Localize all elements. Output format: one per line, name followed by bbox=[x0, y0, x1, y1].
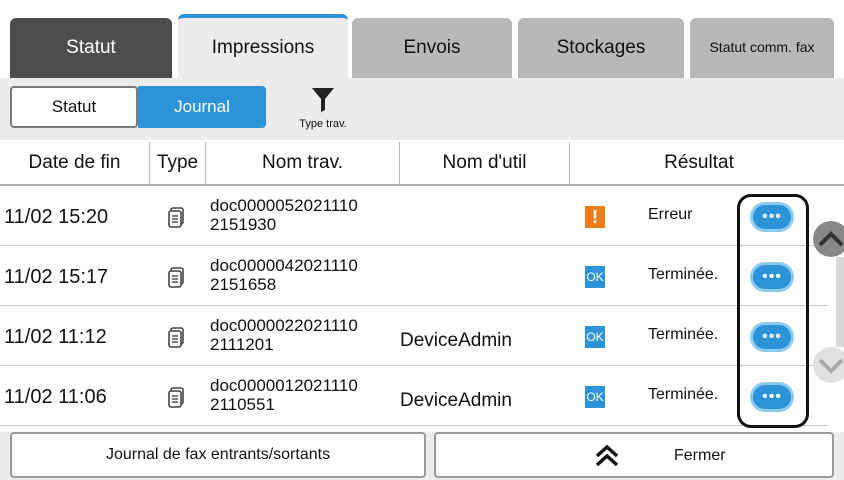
header-date[interactable]: Date de fin bbox=[0, 142, 150, 184]
job-name-line1: doc0000052021110 bbox=[210, 196, 358, 215]
close-button[interactable]: Fermer bbox=[434, 432, 834, 478]
header-result[interactable]: Résultat bbox=[570, 142, 828, 184]
job-name-line1: doc0000042021110 bbox=[210, 256, 358, 275]
row-job-name: doc0000012021110 2110551 bbox=[210, 376, 358, 414]
fax-log-button[interactable]: Journal de fax entrants/sortants bbox=[10, 432, 426, 478]
row-result: Terminée. bbox=[648, 266, 719, 283]
error-icon: ! bbox=[585, 206, 605, 228]
double-chevron-up-icon bbox=[595, 444, 619, 467]
details-buttons-highlight bbox=[737, 194, 809, 428]
table-row[interactable]: 11/02 11:06 doc0000012021110 2110551 Dev… bbox=[0, 368, 828, 426]
row-result: Terminée. bbox=[648, 386, 719, 403]
job-name-line2: 2111201 bbox=[210, 335, 274, 354]
job-log-table: 11/02 15:20 doc0000052021110 2151930 ! E… bbox=[0, 188, 828, 428]
statut-button[interactable]: Statut bbox=[10, 86, 138, 128]
job-type-filter-button[interactable]: Type trav. bbox=[286, 84, 360, 134]
row-result: Terminée. bbox=[648, 326, 719, 343]
document-icon bbox=[168, 327, 184, 348]
row-date: 11/02 15:20 bbox=[4, 205, 109, 228]
document-icon bbox=[168, 207, 184, 228]
row-job-name: doc0000022021110 2111201 bbox=[210, 316, 358, 354]
chevron-down-icon bbox=[818, 358, 844, 374]
row-date: 11/02 11:12 bbox=[4, 325, 107, 348]
header-user-name[interactable]: Nom d'util bbox=[400, 142, 570, 184]
row-date: 11/02 15:17 bbox=[4, 265, 109, 288]
document-icon bbox=[168, 387, 184, 408]
table-row[interactable]: 11/02 15:17 doc0000042021110 2151658 OK … bbox=[0, 248, 828, 306]
scroll-down-button[interactable] bbox=[813, 347, 844, 383]
document-icon bbox=[168, 267, 184, 288]
funnel-icon bbox=[312, 88, 334, 112]
close-label: Fermer bbox=[674, 447, 726, 464]
scroll-up-button[interactable] bbox=[813, 221, 844, 257]
tab-stockages[interactable]: Stockages bbox=[518, 18, 684, 78]
journal-button[interactable]: Journal bbox=[138, 86, 266, 128]
table-header: Date de fin Type Nom trav. Nom d'util Ré… bbox=[0, 142, 844, 186]
chevron-up-icon bbox=[818, 231, 844, 247]
header-job-name[interactable]: Nom trav. bbox=[206, 142, 400, 184]
job-name-line1: doc0000012021110 bbox=[210, 376, 358, 395]
tab-statut-comm-fax[interactable]: Statut comm. fax bbox=[690, 18, 834, 78]
row-date: 11/02 11:06 bbox=[4, 385, 107, 408]
job-name-line1: doc0000022021110 bbox=[210, 316, 358, 335]
row-result: Erreur bbox=[648, 206, 693, 223]
filter-label: Type trav. bbox=[299, 118, 347, 130]
ok-icon: OK bbox=[585, 386, 605, 408]
tab-impressions[interactable]: Impressions bbox=[178, 14, 348, 78]
ok-icon: OK bbox=[585, 266, 605, 288]
ok-icon: OK bbox=[585, 326, 605, 348]
row-job-name: doc0000052021110 2151930 bbox=[210, 196, 358, 234]
row-user: DeviceAdmin bbox=[400, 330, 512, 351]
table-row[interactable]: 11/02 11:12 doc0000022021110 2111201 Dev… bbox=[0, 308, 828, 366]
job-name-line2: 2151658 bbox=[210, 275, 277, 294]
tab-statut[interactable]: Statut bbox=[10, 18, 172, 78]
row-user: DeviceAdmin bbox=[400, 390, 512, 411]
row-job-name: doc0000042021110 2151658 bbox=[210, 256, 358, 294]
scrollbar-track[interactable] bbox=[836, 257, 844, 347]
header-type[interactable]: Type bbox=[150, 142, 206, 184]
table-row[interactable]: 11/02 15:20 doc0000052021110 2151930 ! E… bbox=[0, 188, 828, 246]
tab-envois[interactable]: Envois bbox=[352, 18, 512, 78]
job-name-line2: 2110551 bbox=[210, 395, 275, 414]
job-name-line2: 2151930 bbox=[210, 215, 277, 234]
